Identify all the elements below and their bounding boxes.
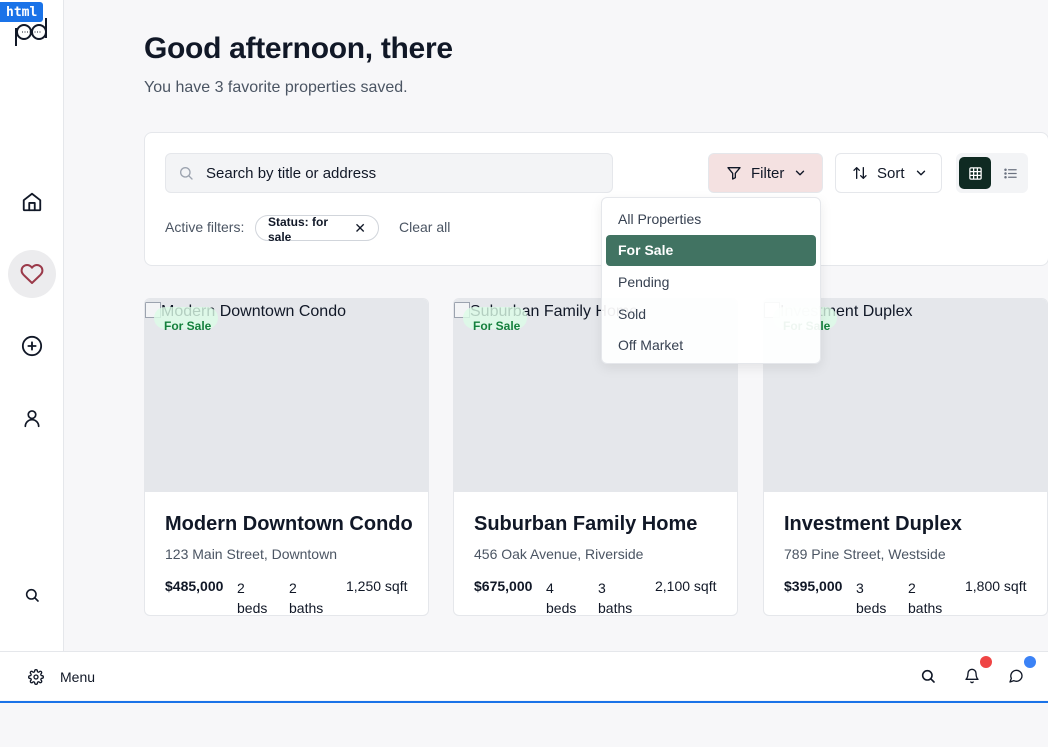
sidebar-item-add[interactable] [8, 322, 56, 370]
main-content: Good afternoon, there You have 3 favorit… [64, 0, 1048, 651]
logo-icon [15, 18, 47, 46]
active-filters-label: Active filters: [165, 219, 245, 235]
property-title: Suburban Family Home [474, 513, 698, 535]
property-title: Modern Downtown Condo [165, 513, 413, 535]
dropdown-item-all[interactable]: All Properties [606, 203, 816, 235]
chat-icon[interactable] [1008, 668, 1024, 684]
grid-icon [968, 166, 982, 180]
message-badge [1024, 656, 1036, 668]
notification-badge [980, 656, 992, 668]
property-beds: 3 beds [856, 580, 887, 616]
clear-all-button[interactable]: Clear all [399, 219, 450, 235]
property-baths: 2 baths [289, 580, 324, 616]
sidebar-item-profile[interactable] [8, 394, 56, 442]
filter-dropdown: All Properties For Sale Pending Sold Off… [601, 197, 821, 364]
property-address: 789 Pine Street, Westside [784, 546, 946, 562]
property-sqft: 1,800 sqft [965, 578, 1027, 594]
property-beds: 2 beds [237, 580, 268, 616]
dropdown-item-pending[interactable]: Pending [606, 266, 816, 298]
property-baths: 3 baths [598, 580, 633, 616]
property-price: $395,000 [784, 578, 843, 594]
chevron-down-icon [916, 170, 925, 176]
list-icon [1003, 168, 1017, 178]
page-subtitle: You have 3 favorite properties saved. [144, 79, 408, 96]
property-price: $675,000 [474, 578, 533, 594]
property-address: 456 Oak Avenue, Riverside [474, 546, 644, 562]
search-input[interactable] [206, 164, 596, 182]
sidebar [0, 0, 64, 651]
property-address: 123 Main Street, Downtown [165, 546, 337, 562]
filter-label: Filter [751, 164, 785, 182]
page: html Good afternoon, there You have 3 fa… [0, 0, 1048, 747]
focus-line [0, 701, 1048, 703]
page-title: Good afternoon, there [144, 32, 453, 65]
app: Good afternoon, there You have 3 favorit… [0, 0, 1048, 700]
sidebar-item-favorites[interactable] [8, 250, 56, 298]
dropdown-item-sold[interactable]: Sold [606, 298, 816, 330]
property-sqft: 2,100 sqft [655, 578, 717, 594]
property-price: $485,000 [165, 578, 224, 594]
html-badge: html [0, 2, 44, 22]
property-title: Investment Duplex [784, 513, 962, 535]
sort-button[interactable]: Sort [835, 153, 942, 193]
search-icon[interactable] [920, 668, 936, 684]
sidebar-item-search[interactable] [8, 571, 56, 619]
user-icon [24, 410, 40, 428]
property-card[interactable]: Modern Downtown Condo For Sale Modern Do… [144, 298, 429, 616]
list-view-button[interactable] [994, 157, 1026, 189]
property-beds: 4 beds [546, 580, 577, 616]
menu-button[interactable]: Menu [60, 669, 95, 685]
filter-icon [727, 167, 741, 180]
bell-icon[interactable] [964, 668, 980, 684]
active-filter-chip: Status: for sale ✕ [255, 215, 379, 244]
property-image: Modern Downtown Condo For Sale [145, 299, 428, 492]
heart-icon [20, 264, 44, 284]
property-baths: 2 baths [908, 580, 943, 616]
search-icon [25, 588, 39, 602]
dropdown-item-off-market[interactable]: Off Market [606, 329, 816, 361]
remove-filter-icon[interactable]: ✕ [354, 220, 366, 237]
status-badge-text: For Sale [473, 319, 521, 333]
chip-label: Status: for sale [268, 215, 328, 244]
plus-circle-icon [21, 335, 43, 357]
chevron-down-icon [796, 170, 805, 176]
gear-icon[interactable] [28, 669, 44, 685]
status-badge-text: For Sale [164, 319, 212, 333]
view-toggle [956, 153, 1028, 193]
sort-arrows-icon [853, 167, 867, 179]
filter-panel: Filter Sort Active filters: [144, 132, 1048, 266]
sort-label: Sort [877, 164, 905, 182]
dropdown-item-for-sale[interactable]: For Sale [606, 234, 816, 267]
home-icon [22, 192, 42, 212]
property-sqft: 1,250 sqft [346, 578, 408, 594]
search-box[interactable] [165, 153, 613, 193]
filter-button[interactable]: Filter [708, 153, 823, 193]
search-icon [180, 167, 193, 180]
sidebar-item-home[interactable] [8, 178, 56, 226]
bottom-bar: Menu [0, 651, 1048, 700]
grid-view-button[interactable] [959, 157, 991, 189]
